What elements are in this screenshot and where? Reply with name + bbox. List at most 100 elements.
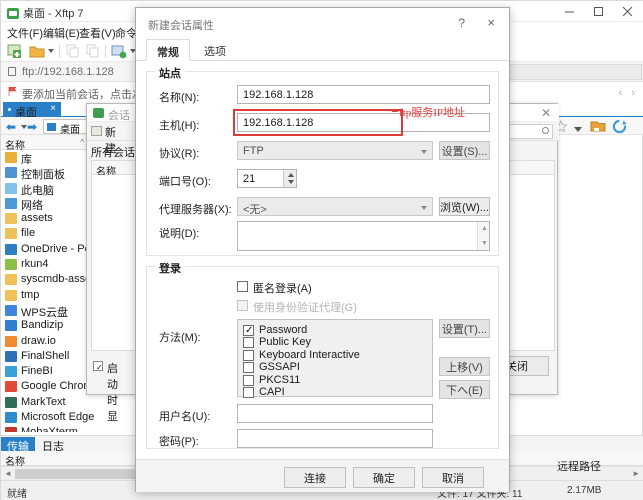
tab-dot-icon	[8, 108, 11, 111]
port-stepper[interactable]	[283, 170, 296, 187]
file-icon	[5, 320, 17, 332]
chevron-down-icon	[421, 150, 427, 154]
desktop-icon	[47, 123, 56, 131]
method-settings-button[interactable]: 设置(T)...	[439, 319, 490, 338]
tab-options[interactable]: 选项	[194, 39, 236, 61]
method-label: 方法(M):	[159, 332, 201, 344]
file-icon	[5, 259, 17, 271]
file-name: draw.io	[21, 334, 56, 347]
local-column-header[interactable]: 名称 ^	[1, 135, 90, 152]
new-session-icon[interactable]	[7, 43, 23, 59]
open-folder-icon[interactable]	[29, 43, 45, 59]
menu-file[interactable]: 文件(F)	[7, 25, 43, 41]
dialog-close-icon[interactable]: ×	[487, 15, 495, 30]
tab-general[interactable]: 常规	[146, 39, 190, 61]
session-window-title: 会话	[108, 110, 130, 122]
name-label: 名称(N):	[159, 92, 200, 104]
file-icon	[5, 167, 17, 179]
stepper-up-icon[interactable]	[288, 173, 294, 177]
new-session-properties-dialog: 新建会话属性 ? × 常规 选项 站点 名称(N): 192.168.1.128…	[135, 7, 510, 492]
cancel-label: 取消	[442, 472, 464, 485]
lock-icon	[8, 67, 16, 76]
auth-method-label: CAPI	[259, 386, 285, 398]
check-icon: ✓	[245, 325, 254, 336]
close-button[interactable]	[613, 1, 642, 22]
pane-nav-arrows[interactable]: ‹ ›	[619, 87, 638, 99]
site-group: 站点 名称(N): 192.168.1.128 主机(H): 192.168.1…	[146, 65, 499, 256]
session-icon	[93, 108, 104, 118]
dialog-tabs: 常规 选项	[136, 39, 509, 61]
move-up-button[interactable]: 上移(V)	[439, 357, 490, 376]
password-label: 密码(P):	[159, 436, 199, 448]
forward-button[interactable]: ➡	[27, 120, 37, 134]
proxy-combo[interactable]: <无>	[237, 197, 433, 216]
stepper-down-icon[interactable]	[288, 180, 294, 184]
bottom-tab-transfer[interactable]: 传输	[1, 437, 35, 453]
session-window-close-icon[interactable]: ✕	[541, 106, 551, 120]
copy-icon[interactable]	[65, 43, 81, 59]
tab-options-label: 选项	[204, 46, 226, 58]
startup-show-label: 启动时显	[107, 363, 118, 423]
scroll-down-icon[interactable]: ▼	[481, 240, 488, 247]
scroll-right-icon[interactable]: ►	[632, 469, 640, 478]
file-name: file	[21, 227, 36, 240]
menu-edit[interactable]: 编辑(E)	[43, 25, 80, 41]
auth-method-checkbox-box	[243, 387, 254, 398]
proxy-browse-button[interactable]: 浏览(W)...	[439, 197, 490, 216]
protocol-combo[interactable]: FTP	[237, 141, 433, 160]
sort-asc-icon: ^	[80, 138, 84, 147]
method-settings-label: 设置(T)...	[441, 323, 488, 336]
scroll-left-icon[interactable]: ◄	[4, 469, 12, 478]
description-scrollbar[interactable]: ▲ ▼	[477, 222, 489, 250]
description-textarea[interactable]: ▲ ▼	[237, 221, 490, 251]
home-folder-icon[interactable]	[590, 119, 606, 136]
auth-method-label: Password	[259, 324, 308, 336]
annotation-leader-line	[392, 111, 398, 112]
login-group: 登录 匿名登录(A) 使用身份验证代理(G) 方法(M): ✓ Password P…	[146, 260, 499, 449]
password-input[interactable]	[237, 429, 433, 448]
search-icon	[542, 127, 549, 134]
port-input[interactable]: 21	[237, 169, 297, 188]
file-name: Bandizip	[21, 319, 64, 332]
help-icon[interactable]: ?	[458, 16, 465, 30]
username-input[interactable]	[237, 404, 433, 423]
file-icon	[5, 350, 17, 362]
transfer-settings-icon[interactable]	[111, 43, 127, 59]
bookmark-dropdown-icon[interactable]	[574, 124, 582, 136]
tab-general-label: 常规	[157, 47, 179, 59]
auth-method-checkbox-box: ✓	[243, 325, 254, 336]
protocol-value: FTP	[243, 145, 264, 157]
ok-button[interactable]: 确定	[353, 467, 415, 488]
file-icon	[5, 243, 17, 255]
dialog-footer: 连接 确定 取消	[136, 459, 509, 492]
back-button[interactable]: ⬅	[6, 120, 16, 134]
minimize-button[interactable]	[555, 1, 584, 22]
menu-view[interactable]: 查看(V)	[79, 25, 116, 41]
maximize-button[interactable]	[584, 1, 613, 22]
file-icon	[5, 366, 17, 378]
remote-toolbar	[552, 118, 638, 135]
name-input[interactable]: 192.168.1.128	[237, 85, 490, 104]
dialog-body: 站点 名称(N): 192.168.1.128 主机(H): 192.168.1…	[136, 61, 509, 459]
auth-method-list[interactable]: ✓ Password Public Key Keyboard Interactive G…	[237, 319, 433, 398]
host-label: 主机(H):	[159, 120, 200, 132]
refresh-icon[interactable]	[612, 119, 627, 137]
tab-close-icon[interactable]: ×	[50, 103, 56, 114]
local-path-label: 桌面	[60, 125, 80, 136]
status-ready: 就绪	[7, 489, 27, 500]
annotation-text: ftp服务IP地址	[399, 107, 465, 119]
connect-button[interactable]: 连接	[284, 467, 346, 488]
paste-icon[interactable]	[85, 43, 101, 59]
move-down-button[interactable]: 下へ(E)	[439, 380, 490, 399]
bottom-tab-log[interactable]: 日志	[36, 437, 70, 453]
protocol-settings-button[interactable]: 设置(S)...	[439, 141, 490, 160]
window-controls	[555, 1, 642, 22]
scroll-up-icon[interactable]: ▲	[481, 225, 488, 232]
file-name: Microsoft Edge	[21, 411, 95, 424]
tab-desktop[interactable]: 桌面 ×	[3, 102, 61, 119]
file-name: FinalShell	[21, 349, 70, 362]
cancel-button[interactable]: 取消	[422, 467, 484, 488]
file-icon	[5, 427, 17, 432]
flag-icon	[8, 86, 17, 96]
open-folder-dropdown-icon[interactable]	[48, 49, 54, 53]
